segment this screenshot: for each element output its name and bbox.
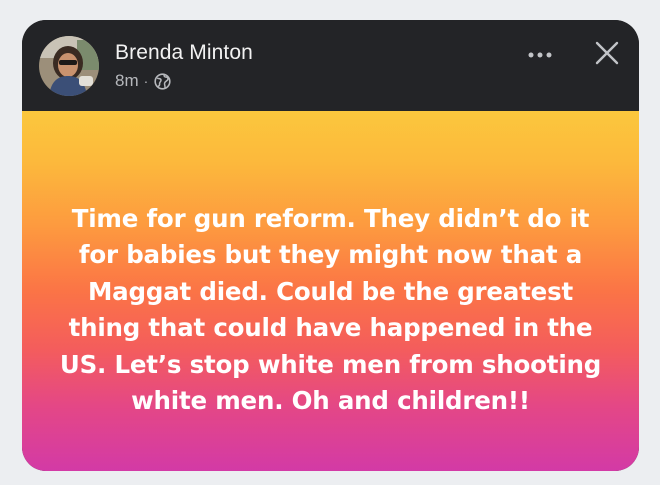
avatar-photo (39, 36, 99, 96)
globe-icon (154, 72, 171, 90)
post-header: Brenda Minton 8m · (22, 20, 639, 111)
close-icon (595, 41, 619, 65)
more-options-button[interactable] (522, 42, 558, 68)
author-name[interactable]: Brenda Minton (115, 41, 253, 65)
author-avatar[interactable] (39, 36, 99, 96)
post-background: Time for gun reform. They didn’t do it f… (22, 111, 639, 471)
post-meta: 8m · (115, 71, 171, 91)
close-button[interactable] (591, 37, 623, 69)
meta-separator: · (143, 73, 149, 89)
post-timestamp[interactable]: 8m (115, 71, 139, 91)
post-text: Time for gun reform. They didn’t do it f… (59, 203, 602, 416)
post-card: Brenda Minton 8m · Time for gun reform. … (22, 20, 639, 471)
more-horizontal-icon (528, 52, 552, 58)
